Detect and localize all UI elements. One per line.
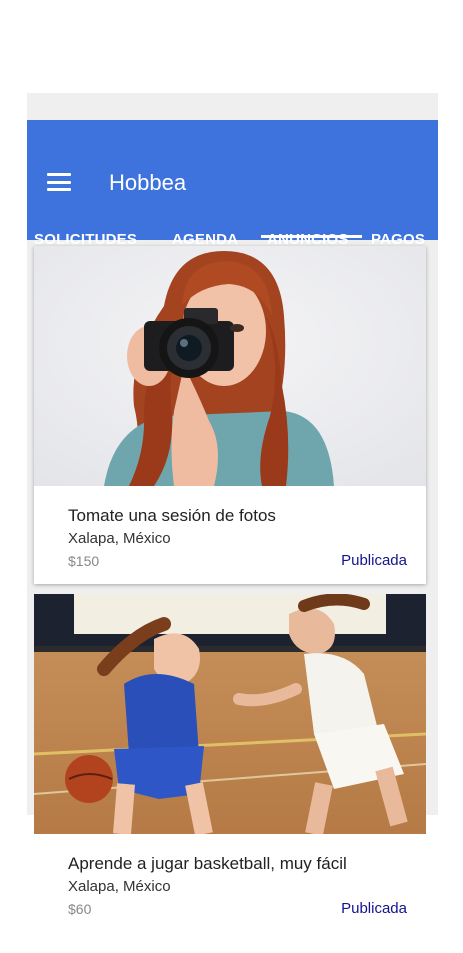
- listing-title: Tomate una sesión de fotos: [68, 506, 276, 525]
- listing-status: Publicada: [341, 900, 407, 917]
- listing-card[interactable]: Aprende a jugar basketball, muy fácil Xa…: [34, 594, 426, 934]
- photo-woman-with-camera: [34, 246, 426, 486]
- app-title: Hobbea: [109, 170, 187, 195]
- listing-card[interactable]: Tomate una sesión de fotos Xalapa, Méxic…: [34, 246, 426, 584]
- hamburger-menu-icon[interactable]: [47, 172, 71, 191]
- listing-price: $150: [68, 553, 100, 569]
- listing-title: Aprende a jugar basketball, muy fácil: [68, 854, 347, 873]
- listing-location: Xalapa, México: [68, 878, 171, 895]
- active-tab-indicator: [261, 235, 362, 238]
- photo-basketball-players: [34, 594, 426, 834]
- listing-price: $60: [68, 901, 92, 917]
- listing-status: Publicada: [341, 552, 407, 569]
- listing-location: Xalapa, México: [68, 530, 171, 547]
- app-bar: Hobbea SOLICITUDES AGENDA ANUNCIOS PAGOS: [27, 120, 438, 248]
